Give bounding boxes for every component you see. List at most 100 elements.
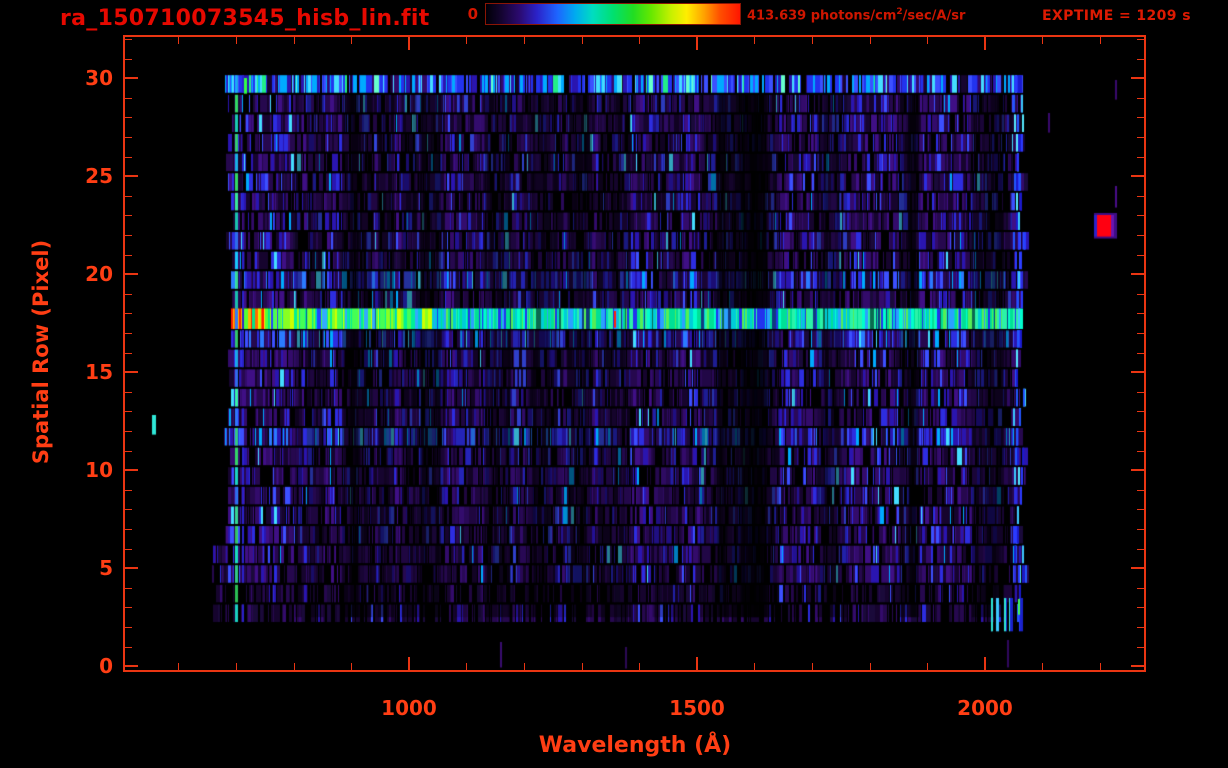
x-minor-tick [351,37,352,44]
y-minor-tick [125,196,132,197]
y-minor-tick [1137,431,1144,432]
x-minor-tick [351,663,352,670]
x-minor-tick [582,37,583,44]
y-minor-tick [125,117,132,118]
y-minor-tick [1137,509,1144,510]
x-axis-title: Wavelength (Å) [538,733,732,758]
colorbar-max-label: 413.639 photons/cm2/sec/A/sr [747,7,965,23]
x-minor-tick [466,37,467,44]
y-minor-tick [125,627,132,628]
x-major-tick [984,37,986,50]
y-tick-label: 5 [99,556,113,580]
x-minor-tick [812,663,813,670]
y-minor-tick [1137,255,1144,256]
y-minor-tick [125,490,132,491]
y-major-tick [125,469,138,471]
y-tick-label: 20 [85,262,113,286]
y-minor-tick [125,157,132,158]
y-major-tick [1131,273,1144,275]
y-major-tick [1131,77,1144,79]
x-major-tick [408,37,410,50]
x-minor-tick [1100,663,1101,670]
y-minor-tick [125,607,132,608]
y-minor-tick [125,451,132,452]
y-major-tick [125,567,138,569]
y-minor-tick [1137,59,1144,60]
x-minor-tick [812,37,813,44]
x-minor-tick [1100,37,1101,44]
x-minor-tick [1042,663,1043,670]
x-major-tick [984,657,986,670]
y-minor-tick [1137,490,1144,491]
x-minor-tick [754,663,755,670]
y-minor-tick [1137,98,1144,99]
y-minor-tick [1137,627,1144,628]
y-tick-label: 15 [85,360,113,384]
y-minor-tick [125,549,132,550]
y-major-tick [1131,567,1144,569]
x-minor-tick [524,663,525,670]
x-tick-label: 1000 [381,696,437,720]
colorbar-min-label: 0 [467,5,478,23]
flux-max-value-text: 413.639 photons/cm [747,8,897,24]
y-minor-tick [125,647,132,648]
x-tick-label: 2000 [957,696,1013,720]
x-minor-tick [870,37,871,44]
y-minor-tick [1137,39,1144,40]
y-minor-tick [1137,294,1144,295]
y-minor-tick [125,431,132,432]
x-major-tick [696,37,698,50]
y-minor-tick [1137,529,1144,530]
y-minor-tick [1137,353,1144,354]
y-tick-label: 30 [85,66,113,90]
y-major-tick [1131,665,1144,667]
y-minor-tick [1137,117,1144,118]
y-major-tick [1131,469,1144,471]
y-minor-tick [125,411,132,412]
y-minor-tick [1137,333,1144,334]
y-tick-label: 10 [85,458,113,482]
x-minor-tick [582,663,583,670]
x-minor-tick [466,663,467,670]
plot-frame [123,35,1146,672]
y-minor-tick [125,59,132,60]
x-tick-label: 1500 [669,696,725,720]
y-tick-label: 0 [99,654,113,678]
y-tick-label: 25 [85,164,113,188]
y-axis-title: Spatial Row (Pixel) [29,239,53,465]
x-minor-tick [870,663,871,670]
y-minor-tick [125,588,132,589]
x-minor-tick [927,663,928,670]
x-minor-tick [236,37,237,44]
y-minor-tick [1137,313,1144,314]
filename-title: ra_150710073545_hisb_lin.fit [60,6,430,31]
x-major-tick [696,657,698,670]
y-minor-tick [125,294,132,295]
flux-units-text: /sec/A/sr [902,8,966,24]
x-minor-tick [178,37,179,44]
x-major-tick [408,657,410,670]
y-minor-tick [125,392,132,393]
y-minor-tick [125,313,132,314]
x-minor-tick [236,663,237,670]
y-minor-tick [1137,392,1144,393]
x-minor-tick [524,37,525,44]
x-minor-tick [754,37,755,44]
y-minor-tick [125,235,132,236]
y-major-tick [125,371,138,373]
y-minor-tick [1137,411,1144,412]
y-minor-tick [125,215,132,216]
y-major-tick [125,175,138,177]
y-major-tick [125,77,138,79]
y-minor-tick [1137,607,1144,608]
y-minor-tick [1137,137,1144,138]
y-minor-tick [1137,196,1144,197]
y-major-tick [125,273,138,275]
y-minor-tick [1137,235,1144,236]
x-minor-tick [1042,37,1043,44]
y-major-tick [125,665,138,667]
exptime-label: EXPTIME = 1209 s [1042,8,1191,24]
y-minor-tick [1137,157,1144,158]
y-major-tick [1131,371,1144,373]
y-minor-tick [125,255,132,256]
